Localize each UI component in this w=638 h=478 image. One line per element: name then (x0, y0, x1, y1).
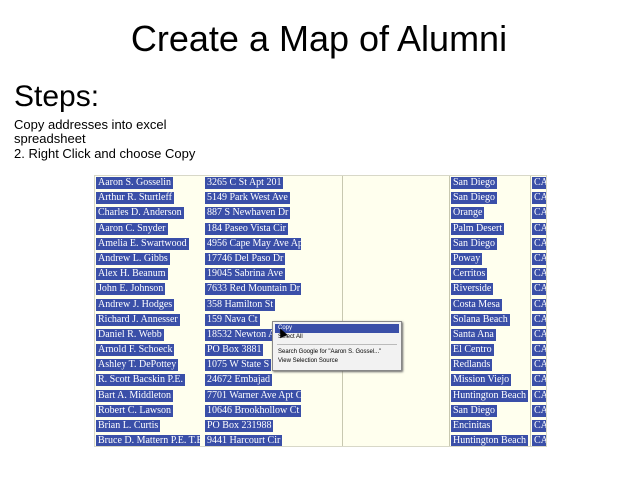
address-cell: PO Box 3881 (205, 344, 264, 357)
table-row[interactable]: Arthur R. Sturtleff 5149 Park West Ave San… (95, 191, 546, 206)
name-cell: Charles D. Anderson (96, 207, 184, 220)
name-cell: Bart A. Middleton (96, 389, 174, 402)
city-cell: Huntington Beach (451, 435, 529, 447)
state-cell: CA (532, 298, 547, 311)
state-cell: CA (532, 328, 547, 341)
menu-item-view-selection-source[interactable]: View Selection Source (275, 357, 399, 366)
name-cell: Andrew L. Gibbs (96, 252, 170, 265)
table-row[interactable]: Robert C. Lawson 10646 Brookhollow Ct San … (95, 404, 546, 419)
address-cell: 1075 W State S (205, 359, 272, 372)
step-line-3: 2. Right Click and choose Copy (14, 146, 196, 161)
step-line-2: spreadsheet (14, 131, 86, 146)
address-cell: 5149 Park West Ave (205, 192, 290, 205)
state-cell: CA (532, 252, 547, 265)
city-cell: Santa Ana (451, 328, 496, 341)
table-row[interactable]: Andrew J. Hodges 358 Hamilton St Costa Mes… (95, 298, 546, 313)
address-cell: 159 Nava Ct (205, 313, 260, 326)
city-cell: Cerritos (451, 268, 488, 281)
slide-title: Create a Map of Alumni (130, 18, 508, 59)
name-cell: Bruce D. Mattern P.E. T.E. (96, 435, 200, 447)
table-row[interactable]: Aaron C. Snyder 184 Paseo Vista Cir Palm D… (95, 222, 546, 237)
city-cell: Costa Mesa (451, 298, 502, 311)
name-cell: Aaron C. Snyder (96, 222, 168, 235)
table-row[interactable]: Aaron S. Gosselin 3265 C St Apt 201 San Di… (95, 176, 546, 191)
state-cell: CA (532, 389, 547, 402)
name-cell: Aaron S. Gosselin (96, 177, 174, 189)
menu-item-copy[interactable]: Copy (275, 324, 399, 333)
state-cell: CA (532, 420, 547, 432)
city-cell: San Diego (451, 177, 497, 189)
name-cell: Andrew J. Hodges (96, 298, 175, 311)
address-cell: 10646 Brookhollow Ct (205, 404, 301, 417)
table-row[interactable]: Brian L. Curtis PO Box 231988 Encinitas CA (95, 419, 546, 434)
city-cell: Encinitas (451, 420, 493, 432)
table-row[interactable]: Amelia E. Swartwood 4956 Cape May Ave Apt… (95, 237, 546, 252)
city-cell: Orange (451, 207, 485, 220)
city-cell: San Diego (451, 237, 497, 250)
table-rows: Aaron S. Gosselin 3265 C St Apt 201 San Di… (95, 176, 547, 447)
city-cell: Solana Beach (451, 313, 510, 326)
name-cell: Arnold F. Schoeck (96, 344, 175, 357)
name-cell: Ashley T. DePottey (96, 359, 179, 372)
address-cell: 19045 Sabrina Ave (205, 268, 285, 281)
city-cell: San Diego (451, 404, 497, 417)
state-cell: CA (532, 359, 547, 372)
step-line-1: Copy addresses into excel (14, 117, 167, 132)
state-cell: CA (532, 268, 547, 281)
state-cell: CA (532, 237, 547, 250)
address-cell: 7701 Warner Ave Apt C 197 (205, 389, 301, 402)
table-row[interactable]: Bruce D. Mattern P.E. T.E. 9441 Harcourt … (95, 434, 547, 447)
state-cell: CA (532, 283, 547, 296)
address-cell: 4956 Cape May Ave Apt F (205, 237, 301, 250)
state-cell: CA (532, 207, 547, 220)
name-cell: Robert C. Lawson (96, 404, 174, 417)
table-row[interactable]: Alex H. Beanum 19045 Sabrina Ave Cerritos C… (95, 267, 546, 282)
city-cell: Huntington Beach (451, 389, 529, 402)
city-cell: San Diego (451, 192, 497, 205)
state-cell: CA (532, 177, 547, 189)
selected-web-table[interactable]: Aaron S. Gosselin 3265 C St Apt 201 San Di… (94, 175, 547, 447)
address-cell: 17746 Del Paso Dr (205, 252, 286, 265)
address-cell: 3265 C St Apt 201 (205, 177, 284, 189)
address-cell: 24672 Embajad (205, 374, 273, 387)
address-cell: 7633 Red Mountain Dr (205, 283, 301, 296)
table-row[interactable]: Andrew L. Gibbs 17746 Del Paso Dr Poway CA (95, 252, 546, 267)
state-cell: CA (532, 435, 547, 447)
name-cell: Arthur R. Sturtleff (96, 192, 174, 205)
state-cell: CA (532, 374, 547, 387)
address-cell: 887 S Newhaven Dr (205, 207, 291, 220)
state-cell: CA (532, 404, 547, 417)
state-cell: CA (532, 222, 547, 235)
city-cell: Palm Desert (451, 222, 505, 235)
name-cell: Alex H. Beanum (96, 268, 168, 281)
context-menu: Copy Select All Search Google for "Aaron… (272, 321, 402, 371)
city-cell: Mission Viejo (451, 374, 512, 387)
name-cell: R. Scott Bacskin P.E. (96, 374, 186, 387)
city-cell: El Centro (451, 344, 494, 357)
state-cell: CA (532, 344, 547, 357)
menu-item-search-google[interactable]: Search Google for "Aaron S. Gossel..." (275, 348, 399, 357)
address-cell: 184 Paseo Vista Cir (205, 222, 288, 235)
table-row[interactable]: Charles D. Anderson 887 S Newhaven Dr Oran… (95, 206, 546, 221)
menu-item-select-all[interactable]: Select All (275, 333, 399, 342)
menu-divider (277, 344, 397, 345)
city-cell: Riverside (451, 283, 494, 296)
table-row[interactable]: R. Scott Bacskin P.E. 24672 Embajad Missio… (95, 373, 546, 388)
address-cell: 358 Hamilton St (205, 298, 276, 311)
state-cell: CA (532, 313, 547, 326)
city-cell: Poway (451, 252, 483, 265)
table-row[interactable]: Bart A. Middleton 7701 Warner Ave Apt C 1… (95, 389, 546, 404)
address-cell: PO Box 231988 (205, 420, 274, 432)
steps-heading: Steps: (14, 80, 100, 113)
name-cell: Richard J. Annesser (96, 313, 180, 326)
address-cell: 9441 Harcourt Cir (205, 435, 283, 447)
name-cell: John E. Johnson (96, 283, 166, 296)
name-cell: Brian L. Curtis (96, 420, 161, 432)
name-cell: Amelia E. Swartwood (96, 237, 189, 250)
table-row[interactable]: John E. Johnson 7633 Red Mountain Dr River… (95, 282, 546, 297)
city-cell: Redlands (451, 359, 493, 372)
state-cell: CA (532, 192, 547, 205)
name-cell: Daniel R. Webb (96, 328, 164, 341)
